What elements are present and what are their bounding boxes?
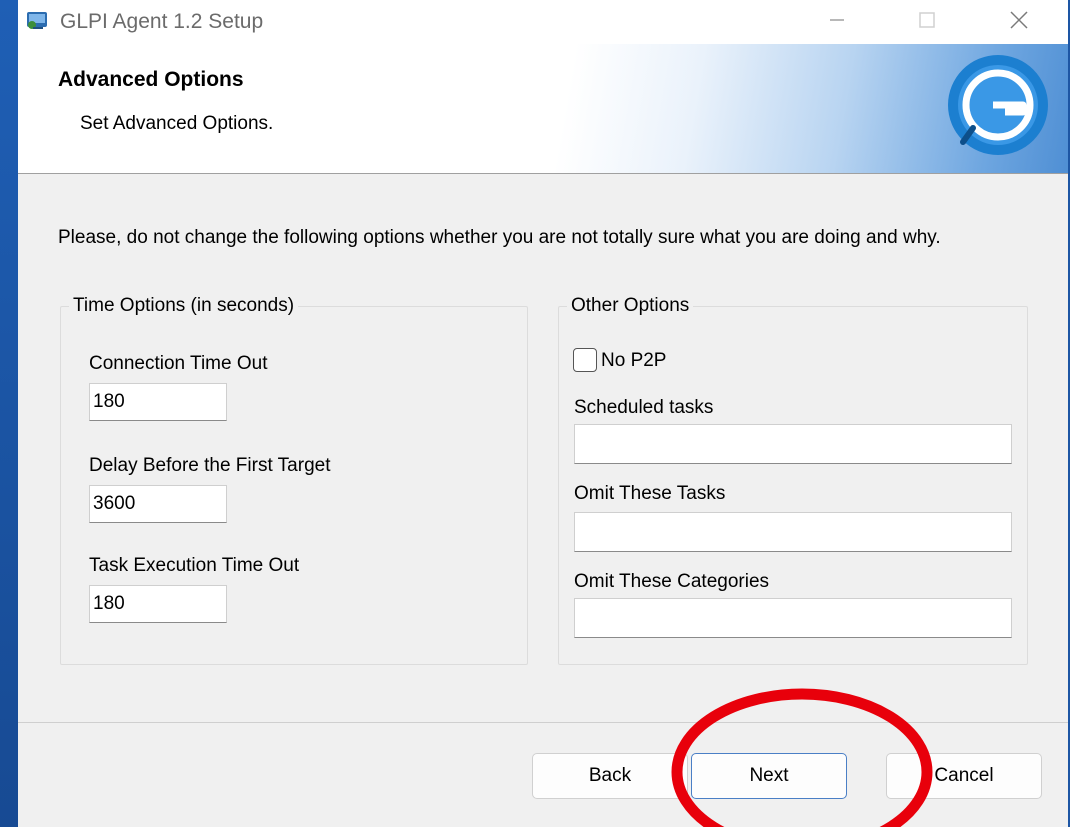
- scheduled-tasks-label: Scheduled tasks: [574, 397, 714, 418]
- warning-text: Please, do not change the following opti…: [58, 227, 941, 248]
- other-options-legend: Other Options: [567, 295, 694, 317]
- setup-window: GLPI Agent 1.2 Setup Advanced Options Se…: [18, 0, 1068, 827]
- no-p2p-label[interactable]: No P2P: [601, 350, 666, 372]
- close-icon: [1010, 11, 1028, 29]
- task-execution-timeout-label: Task Execution Time Out: [89, 555, 300, 576]
- title-bar[interactable]: GLPI Agent 1.2 Setup: [18, 0, 1068, 44]
- window-title: GLPI Agent 1.2 Setup: [60, 10, 264, 33]
- omit-categories-label: Omit These Categories: [574, 571, 770, 592]
- minimize-button[interactable]: [808, 0, 866, 40]
- next-button[interactable]: Next: [691, 753, 847, 799]
- glpi-logo-icon: [948, 55, 1048, 155]
- cancel-button[interactable]: Cancel: [886, 753, 1042, 799]
- page-subtitle: Set Advanced Options.: [80, 113, 274, 134]
- time-options-legend: Time Options (in seconds): [69, 295, 299, 317]
- omit-tasks-input[interactable]: [574, 512, 1012, 552]
- first-target-delay-input[interactable]: [89, 485, 227, 523]
- time-options-group: Time Options (in seconds) Connection Tim…: [60, 295, 528, 665]
- close-button[interactable]: [990, 0, 1048, 40]
- page-title: Advanced Options: [58, 68, 244, 91]
- first-target-delay-label: Delay Before the First Target: [89, 455, 331, 476]
- omit-tasks-label: Omit These Tasks: [574, 483, 726, 504]
- task-execution-timeout-input[interactable]: [89, 585, 227, 623]
- back-button[interactable]: Back: [532, 753, 688, 799]
- other-options-group: Other Options No P2P Scheduled tasks Omi…: [558, 295, 1028, 665]
- desktop-background-left: [0, 0, 18, 827]
- installer-app-icon: [27, 12, 47, 29]
- maximize-icon: [919, 12, 935, 28]
- dialog-header-banner: Advanced Options Set Advanced Options.: [18, 44, 1068, 174]
- omit-categories-input[interactable]: [574, 598, 1012, 638]
- connection-timeout-label: Connection Time Out: [89, 353, 268, 374]
- minimize-icon: [830, 19, 844, 21]
- connection-timeout-input[interactable]: [89, 383, 227, 421]
- no-p2p-checkbox[interactable]: [573, 348, 597, 372]
- footer-divider: [18, 722, 1068, 723]
- scheduled-tasks-input[interactable]: [574, 424, 1012, 464]
- maximize-button[interactable]: [898, 0, 956, 40]
